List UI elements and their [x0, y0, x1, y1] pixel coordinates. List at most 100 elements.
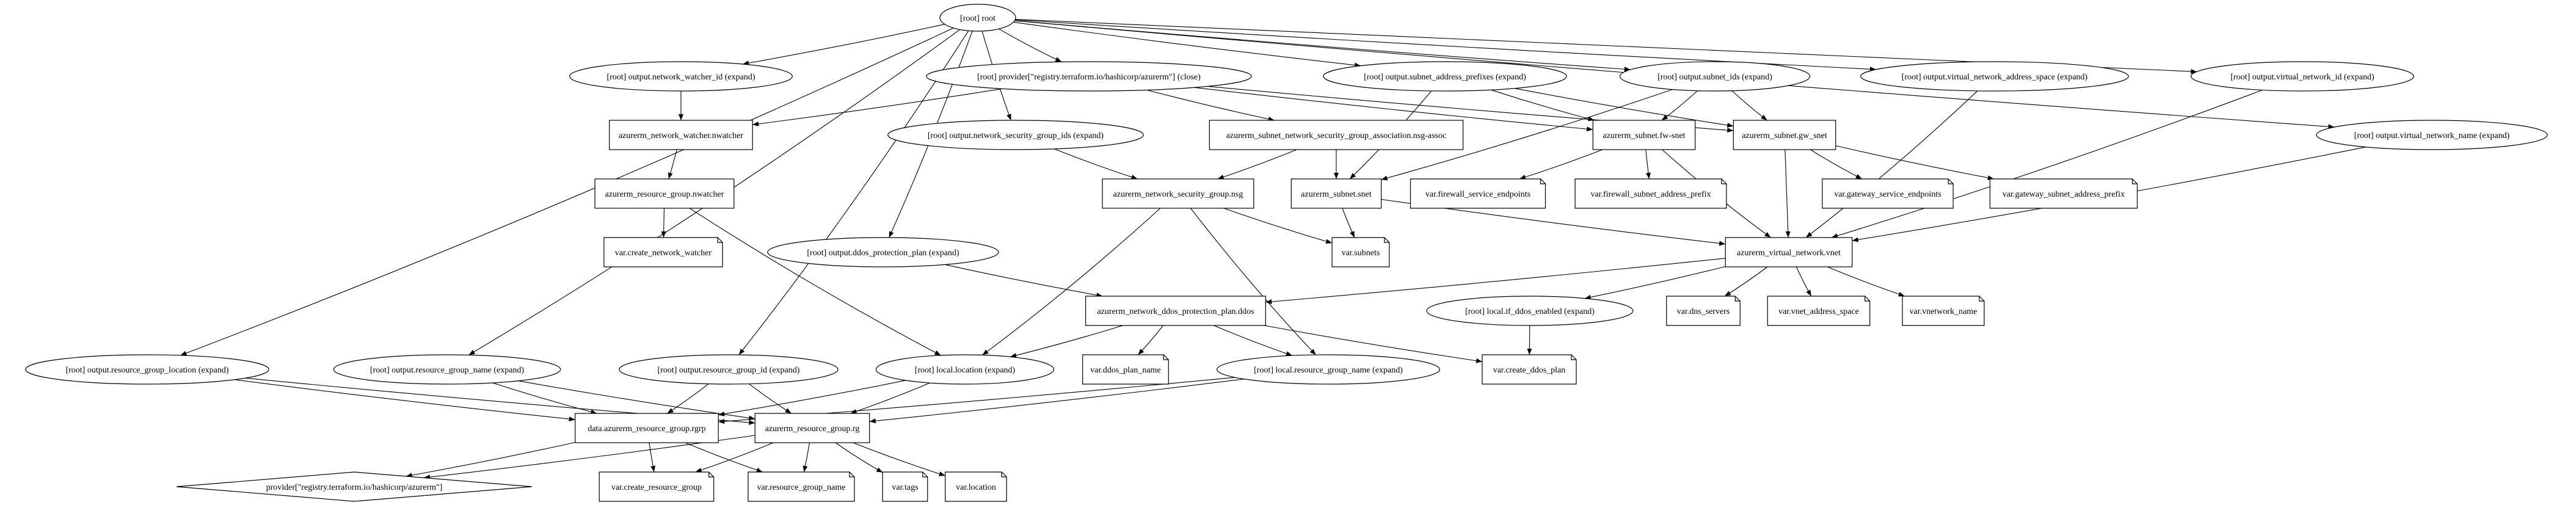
node-label: [root] output.virtual_network_address_sp… — [1902, 73, 2088, 82]
graph-edge — [668, 149, 677, 180]
node-label: var.gateway_subnet_address_prefix — [2003, 190, 2125, 199]
graph-node-box: azurerm_virtual_network.vnet — [1725, 237, 1853, 267]
graph-edge — [406, 441, 575, 478]
graph-edge — [1213, 325, 1293, 356]
graph-node-ellipse: [root] output.virtual_network_name (expa… — [2316, 120, 2548, 150]
graph-node-note: var.firewall_subnet_address_prefix — [1574, 178, 1727, 209]
nodes-layer: [root] root [root] output.network_watcher… — [25, 4, 2548, 502]
node-label: provider["registry.terraform.io/hashicor… — [266, 483, 443, 492]
node-label: var.create_resource_group — [611, 483, 702, 492]
graph-node-ellipse: [root] local.if_ddos_enabled (expand) — [1426, 296, 1634, 326]
graph-node-note: var.resource_group_name — [748, 471, 855, 502]
graph-node-box: azurerm_subnet_network_security_group_as… — [1209, 120, 1464, 150]
node-label: var.ddos_plan_name — [1090, 366, 1160, 375]
graph-node-box: azurerm_network_watcher.nwatcher — [609, 120, 753, 150]
graph-node-box: azurerm_network_ddos_protection_plan.ddo… — [1085, 296, 1266, 326]
graph-edge — [180, 27, 954, 356]
graph-edge — [743, 24, 945, 66]
node-label: [root] output.virtual_network_id (expand… — [2230, 73, 2374, 82]
graph-node-note: var.vnet_address_space — [1767, 296, 1871, 326]
node-label: [root] local.resource_group_name (expand… — [1254, 366, 1403, 375]
graph-edge — [999, 28, 1062, 62]
graph-edge — [1223, 208, 1333, 244]
graph-edge — [1724, 266, 1768, 297]
graph-edge — [1217, 149, 1297, 180]
node-label: [root] local.if_ddos_enabled (expand) — [1465, 307, 1595, 316]
graph-node-ellipse: [root] output.network_watcher_id (expand… — [569, 61, 793, 92]
graph-edge — [1190, 208, 1316, 355]
node-label: var.vnet_address_space — [1778, 307, 1859, 316]
graph-node-note: var.gateway_subnet_address_prefix — [1989, 178, 2138, 209]
graph-node-note: var.create_ddos_plan — [1482, 354, 1577, 385]
graph-node-ellipse: [root] output.subnet_address_prefixes (e… — [1323, 61, 1567, 92]
graph-edge — [1054, 148, 1138, 180]
graph-node-note: var.create_network_watcher — [603, 237, 723, 267]
graph-node-box: azurerm_resource_group.rg — [754, 413, 870, 443]
graph-node-ellipse: [root] output.resource_group_id (expand) — [619, 354, 839, 385]
graph-node-box: azurerm_subnet.fw-snet — [1592, 120, 1696, 150]
node-label: var.gateway_service_endpoints — [1834, 190, 1941, 199]
graph-node-box: azurerm_subnet.gw_snet — [1733, 120, 1836, 150]
graph-node-ellipse: [root] output.virtual_network_address_sp… — [1860, 61, 2129, 92]
node-label: [root] output.resource_group_name (expan… — [370, 366, 525, 375]
node-label: [root] output.ddos_protection_plan (expa… — [807, 249, 959, 258]
node-label: [root] local.location (expand) — [915, 366, 1016, 375]
node-label: var.dns_servers — [1677, 307, 1730, 316]
graph-edge — [835, 442, 883, 473]
graph-edge — [1013, 21, 1361, 68]
graph-node-note: var.vnetwork_name — [1902, 296, 1985, 326]
graph-edge — [1661, 90, 1698, 121]
node-label: var.resource_group_name — [757, 483, 846, 492]
graph-node-box: data.azurerm_resource_group.rgrp — [575, 413, 719, 443]
graph-edge — [749, 383, 792, 414]
graph-node-note: var.create_resource_group — [599, 471, 715, 502]
node-label: [root] provider["registry.terraform.io/h… — [977, 73, 1201, 82]
node-label: azurerm_subnet_network_security_group_as… — [1226, 131, 1446, 140]
node-label: [root] output.virtual_network_name (expa… — [2354, 131, 2510, 140]
graph-edge — [695, 442, 774, 473]
graph-edge — [1805, 90, 1978, 238]
node-label: var.create_network_watcher — [615, 249, 712, 258]
node-label: [root] output.network_watcher_id (expand… — [607, 73, 755, 82]
graph-node-ellipse: [root] output.resource_group_location (e… — [25, 354, 269, 385]
graph-node-ellipse: [root] local.resource_group_name (expand… — [1217, 354, 1440, 385]
node-label: [root] root — [960, 14, 995, 23]
graph-edge — [945, 264, 1103, 298]
graph-edge — [685, 442, 763, 473]
graph-edge — [802, 442, 810, 473]
graph-edge — [752, 88, 1003, 126]
graph-edge — [1731, 90, 1767, 121]
graph-edge — [1827, 266, 1905, 297]
graph-node-box: azurerm_network_security_group.nsg — [1102, 178, 1254, 209]
graph-edge — [689, 208, 941, 356]
graph-edge — [1519, 149, 1603, 180]
node-label: azurerm_subnet.fw-snet — [1603, 131, 1686, 140]
graph-node-ellipse: [root] root — [939, 4, 1016, 32]
graph-edge — [1010, 325, 1123, 358]
node-label: azurerm_network_watcher.nwatcher — [619, 131, 743, 140]
graph-edge — [1810, 149, 1863, 180]
graph-edge — [1835, 145, 1994, 181]
graph-node-ellipse: [root] output.network_security_group_ids… — [887, 120, 1144, 150]
graph-node-note: var.tags — [882, 471, 928, 502]
graph-node-ellipse: [root] output.subnet_ids (expand) — [1619, 61, 1811, 92]
graph-node-note: var.gateway_service_endpoints — [1822, 178, 1954, 209]
node-label: var.create_ddos_plan — [1493, 366, 1566, 375]
graph-edge — [1796, 266, 1812, 297]
graph-edge — [853, 442, 945, 476]
node-label: azurerm_network_security_group.nsg — [1113, 190, 1243, 199]
graph-node-note: var.subnets — [1331, 237, 1390, 267]
node-label: var.firewall_subnet_address_prefix — [1590, 190, 1711, 199]
graph-edge — [1785, 149, 1791, 238]
node-label: data.azurerm_resource_group.rgrp — [588, 424, 705, 434]
node-label: azurerm_subnet.gw_snet — [1742, 131, 1827, 140]
node-label: azurerm_resource_group.nwatcher — [605, 190, 724, 199]
graph-edge — [1645, 149, 1651, 180]
node-label: azurerm_virtual_network.vnet — [1737, 249, 1841, 258]
node-label: azurerm_network_ddos_protection_plan.ddo… — [1097, 307, 1254, 316]
graph-node-note: var.firewall_service_endpoints — [1410, 178, 1546, 209]
graph-node-ellipse: [root] output.resource_group_name (expan… — [333, 354, 561, 385]
node-label: azurerm_subnet.snet — [1301, 190, 1372, 199]
node-label: var.firewall_service_endpoints — [1425, 190, 1530, 199]
graph-node-ellipse: [root] local.location (expand) — [875, 354, 1055, 385]
